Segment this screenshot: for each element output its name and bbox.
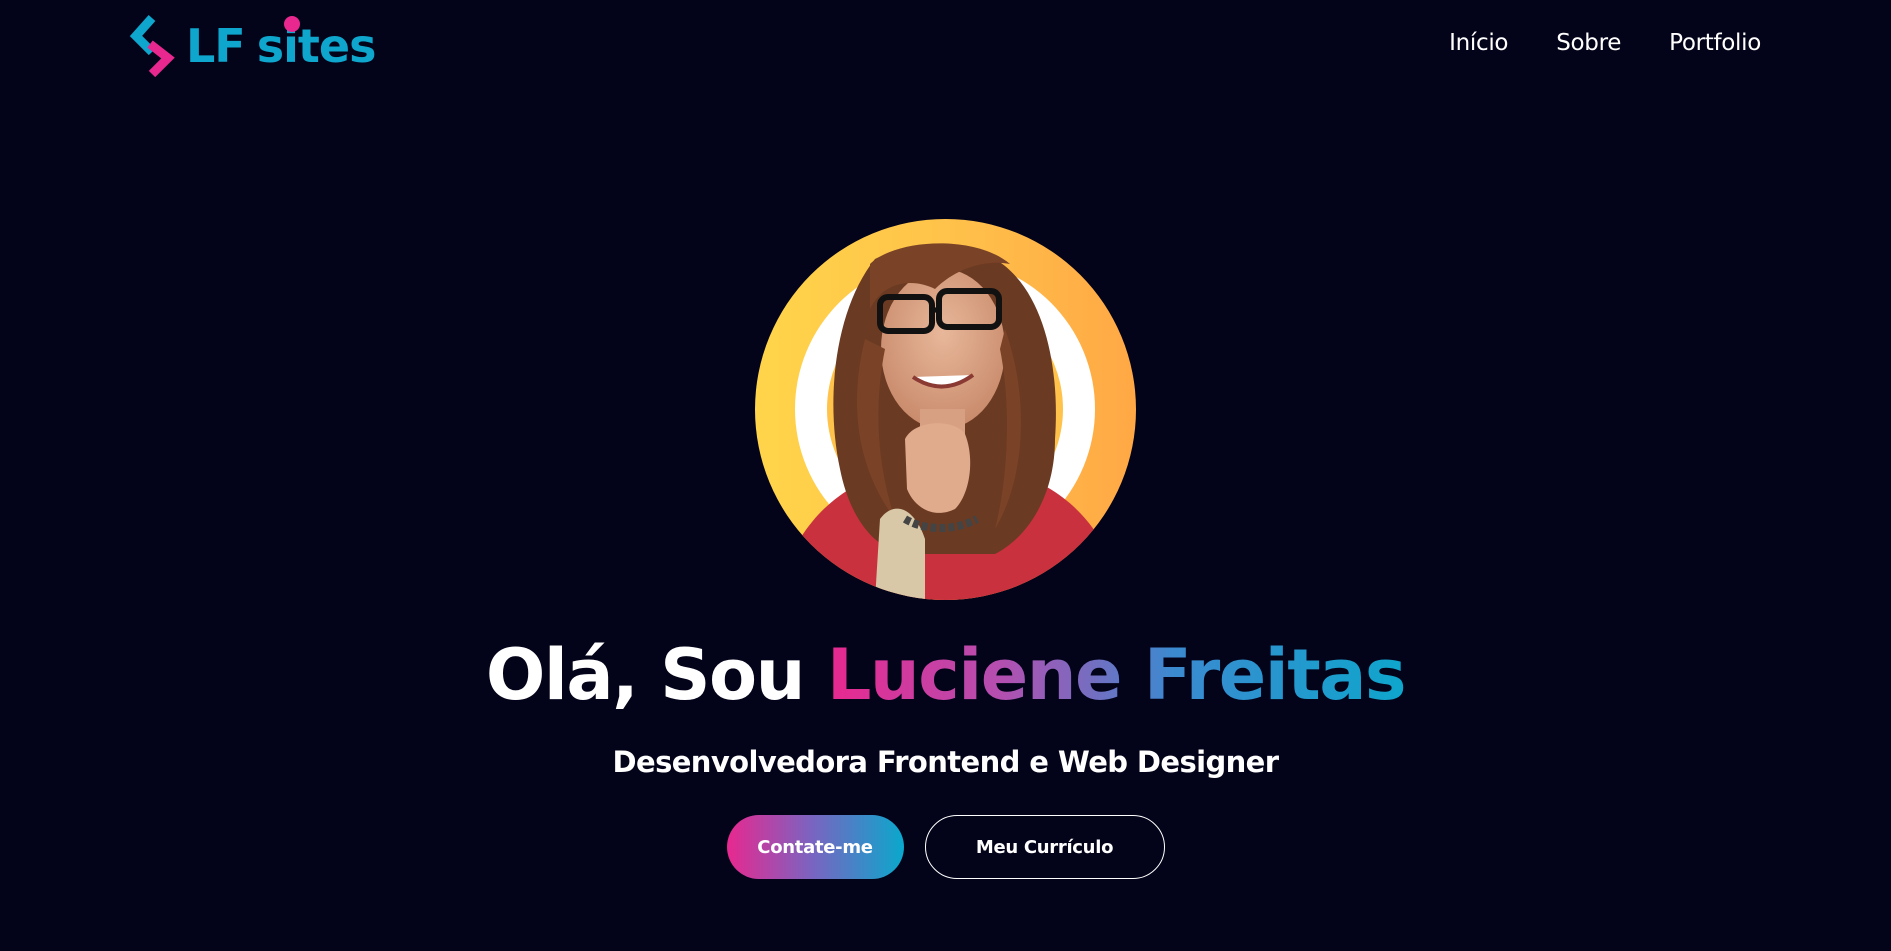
main-nav: Início Sobre Portfolio	[1449, 30, 1761, 56]
nav-item-inicio[interactable]: Início	[1449, 30, 1508, 56]
hero-headline: Olá, Sou Luciene Freitas	[0, 628, 1891, 722]
headline-name-last: Freitas	[1143, 634, 1406, 716]
headline-prefix: Olá, Sou	[485, 634, 806, 716]
profile-avatar	[755, 219, 1136, 600]
brand-logo[interactable]: LF sites	[128, 14, 376, 78]
logo-dot-icon	[283, 16, 300, 32]
page: LF sites Início Sobre Portfolio Olá, Sou…	[0, 0, 1891, 951]
headline-name: Luciene Freitas	[827, 634, 1405, 716]
logo-text: LF sites	[186, 16, 376, 73]
headline-name-first: Luciene	[826, 634, 1122, 716]
nav-item-sobre[interactable]: Sobre	[1556, 30, 1621, 56]
logo-mark-icon	[129, 15, 175, 78]
hero-subtitle: Desenvolvedora Frontend e Web Designer	[612, 745, 1280, 779]
contact-button[interactable]: Contate-me	[726, 815, 904, 879]
logo-sites: sites	[256, 19, 377, 73]
logo-sites-wrap: sites	[257, 16, 376, 69]
hero-actions: Contate-me Meu Currículo	[0, 815, 1891, 879]
nav-item-portfolio[interactable]: Portfolio	[1669, 30, 1761, 56]
logo-lf: LF	[186, 19, 246, 73]
resume-button[interactable]: Meu Currículo	[924, 815, 1165, 879]
profile-photo-icon	[775, 243, 1125, 600]
